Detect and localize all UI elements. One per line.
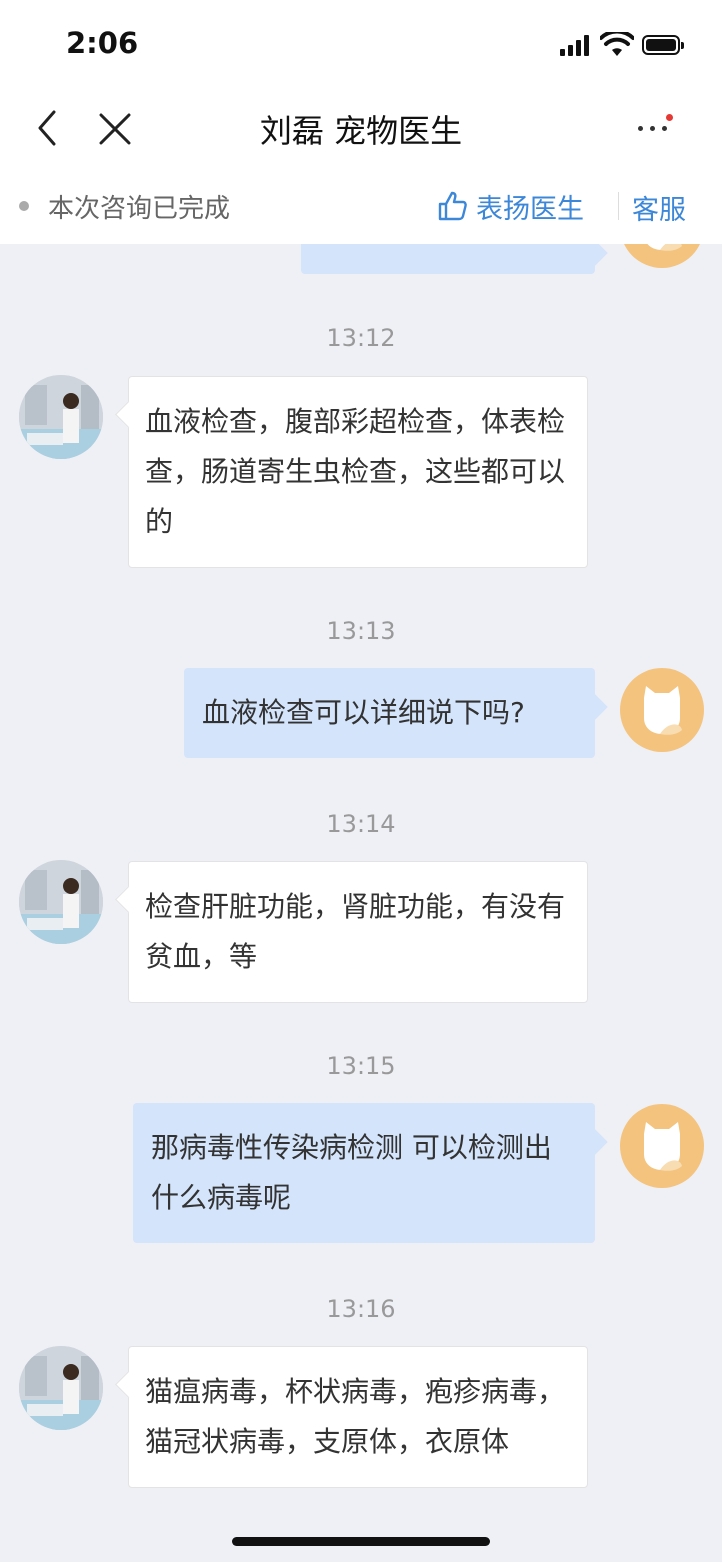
cat-avatar-icon	[644, 686, 682, 735]
praise-doctor-label: 表扬医生	[476, 193, 584, 225]
consultation-status: 本次咨询已完成	[48, 194, 231, 224]
wifi-icon	[600, 32, 634, 56]
battery-icon	[642, 35, 684, 55]
cat-avatar-icon	[644, 1122, 682, 1171]
doctor-avatar[interactable]	[19, 860, 103, 944]
timestamp: 13:15	[326, 1052, 396, 1080]
nav-bar: 刘磊 宠物医生	[0, 90, 722, 170]
status-bar: 2:06	[0, 0, 722, 90]
user-message-bubble: 血液检查可以详细说下吗?	[184, 668, 595, 758]
home-indicator[interactable]	[232, 1537, 490, 1546]
timestamp: 13:14	[326, 810, 396, 838]
praise-doctor-button[interactable]: 表扬医生	[436, 186, 584, 226]
cat-avatar-icon	[647, 244, 682, 251]
doctor-message-bubble: 猫瘟病毒，杯状病毒，疱疹病毒，猫冠状病毒，支原体，衣原体	[128, 1346, 588, 1488]
doctor-message-bubble: 血液检查，腹部彩超检查，体表检查，肠道寄生虫检查，这些都可以的	[128, 376, 588, 568]
user-message-bubble: 那病毒性传染病检测 可以检测出什么病毒呢	[133, 1103, 595, 1243]
doctor-avatar[interactable]	[19, 1346, 103, 1430]
status-dot-icon	[19, 201, 29, 211]
doctor-photo	[19, 1346, 103, 1430]
previous-message-bubble	[301, 244, 595, 274]
signal-icon	[560, 34, 592, 56]
doctor-photo	[19, 860, 103, 944]
thumbs-up-icon	[438, 191, 467, 221]
status-time: 2:06	[66, 26, 139, 60]
chat-area[interactable]: 13:12 血液检查，腹部彩超检查，体表检查，肠道寄生虫检查，这些都可以的 13…	[0, 244, 722, 1562]
more-options-icon[interactable]	[634, 114, 674, 144]
user-avatar[interactable]	[620, 668, 704, 752]
timestamp: 13:13	[326, 617, 396, 645]
doctor-avatar[interactable]	[19, 375, 103, 459]
notification-dot	[666, 114, 673, 121]
consultation-status-bar: 本次咨询已完成 表扬医生 客服	[0, 170, 722, 244]
user-avatar	[620, 244, 704, 268]
timestamp: 13:12	[326, 324, 396, 352]
doctor-message-bubble: 检查肝脏功能，肾脏功能，有没有贫血，等	[128, 861, 588, 1003]
customer-service-button[interactable]: 客服	[632, 188, 686, 227]
doctor-photo	[19, 375, 103, 459]
page-title: 刘磊 宠物医生	[259, 112, 463, 150]
user-avatar[interactable]	[620, 1104, 704, 1188]
timestamp: 13:16	[326, 1295, 396, 1323]
divider	[618, 192, 619, 220]
